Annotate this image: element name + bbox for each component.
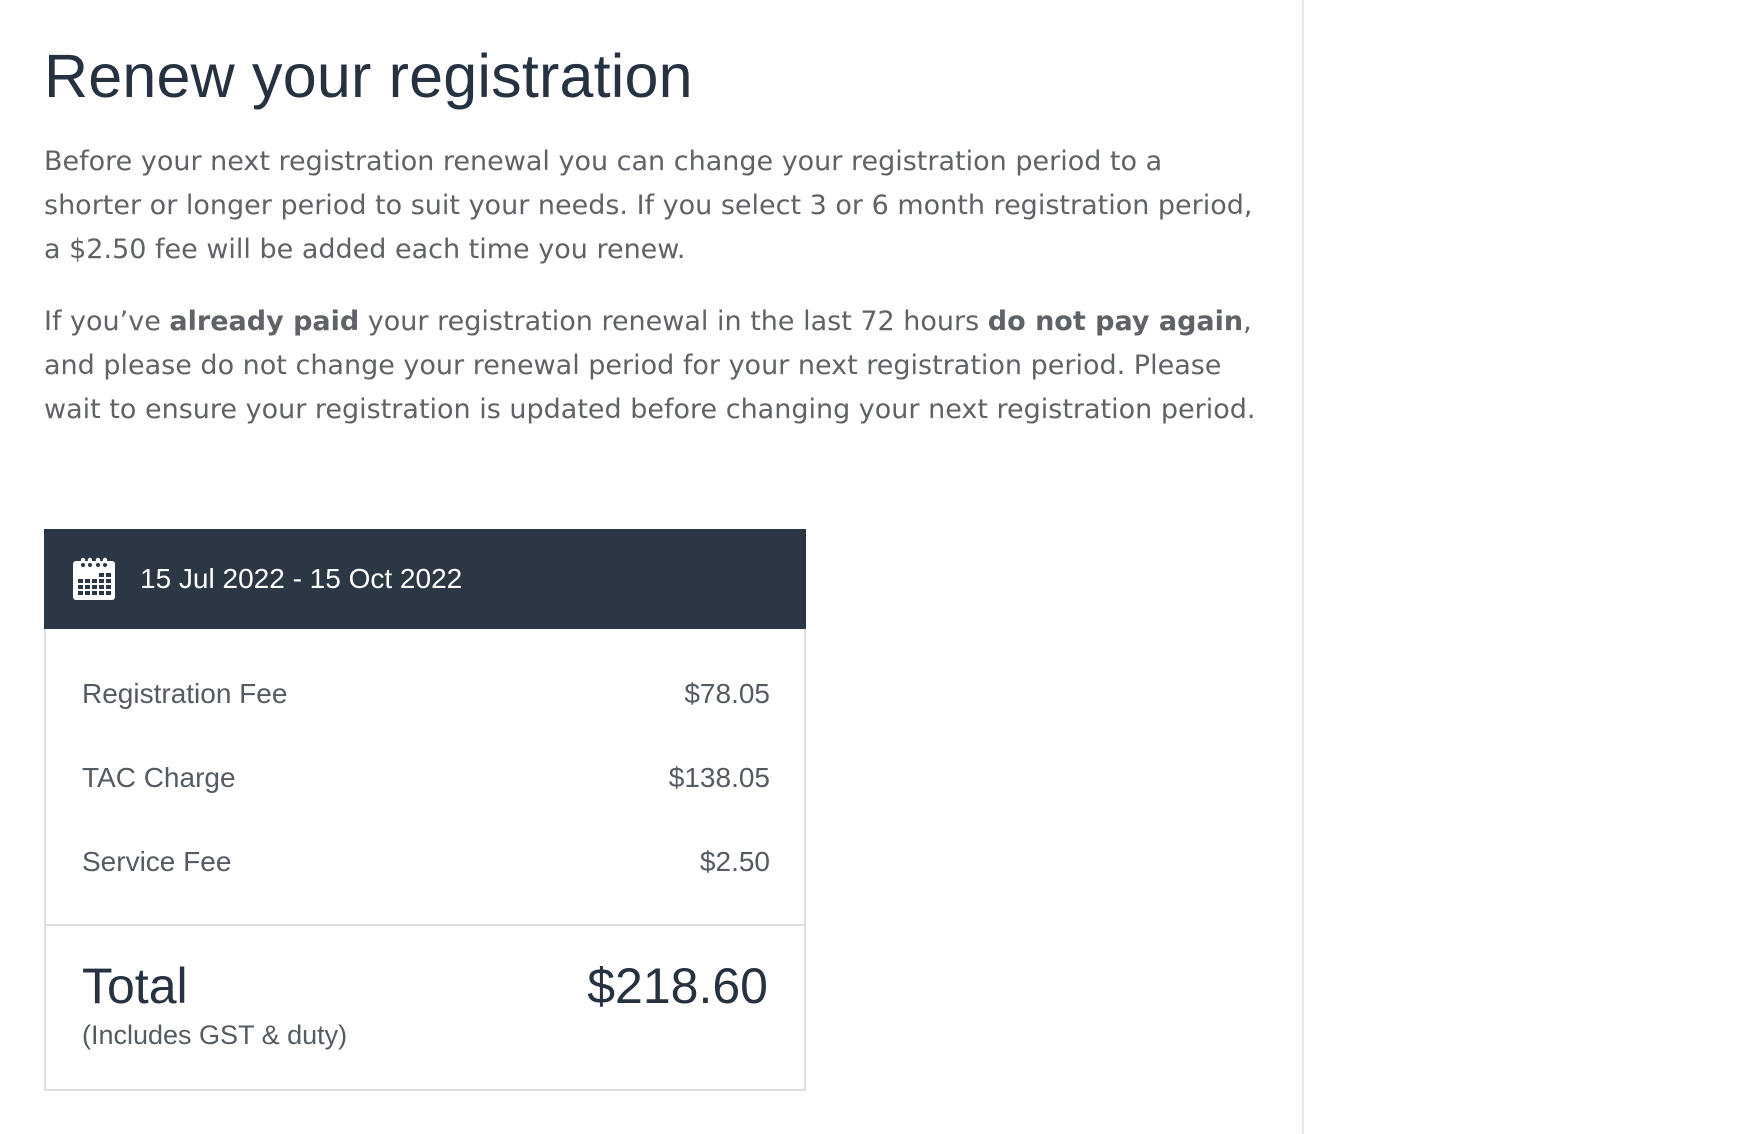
total-divider [46,924,804,926]
total-note: (Includes GST & duty) [82,1020,348,1050]
page-title: Renew your registration [44,42,693,110]
fee-row-tac-charge: TAC Charge $138.05 [82,758,770,798]
total-label: Total [82,958,188,1014]
fee-amount: $78.05 [684,678,770,709]
main-content: Renew your registration Before your next… [0,0,1304,1134]
intro-paragraph: Before your next registration renewal yo… [44,146,1253,265]
payment-notice: If you’ve already paid your registration… [44,300,1264,432]
fee-row-service-fee: Service Fee $2.50 [82,842,770,882]
registration-period-header: 15 Jul 2022 - 15 Oct 2022 [44,529,806,629]
notice-text-1: If you’ve [44,306,170,337]
notice-text-2: your registration renewal in the last 72… [359,306,988,337]
fee-amount: $138.05 [668,762,770,793]
total-amount: $218.60 [587,958,768,1014]
notice-emphasis-do-not-pay: do not pay again [987,306,1244,337]
fee-label: Service Fee [82,846,232,877]
registration-period-label: 15 Jul 2022 - 15 Oct 2022 [140,563,463,594]
fee-summary-card: 15 Jul 2022 - 15 Oct 2022 Registration F… [44,529,806,1091]
fee-label: Registration Fee [82,678,288,709]
notice-emphasis-already-paid: already paid [169,306,360,337]
fee-label: TAC Charge [82,762,236,793]
fee-row-registration: Registration Fee $78.05 [82,674,770,714]
fee-amount: $2.50 [699,846,770,877]
calendar-icon [73,557,115,600]
